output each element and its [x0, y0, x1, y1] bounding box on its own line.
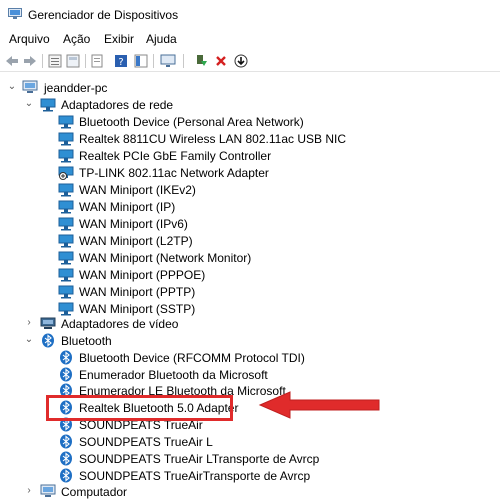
group-bluetooth[interactable]: ⌄ Bluetooth [0, 332, 500, 349]
window-title: Gerenciador de Dispositivos [28, 8, 179, 22]
uninstall-x-icon[interactable] [213, 53, 229, 69]
device-label: WAN Miniport (L2TP) [79, 234, 193, 248]
list-item[interactable]: Enumerador Bluetooth da Microsoft [0, 366, 500, 383]
list-item[interactable]: WAN Miniport (PPTP) [0, 283, 500, 300]
toolbar-separator [42, 54, 43, 68]
network-adapter-icon [58, 115, 74, 129]
document-icon[interactable] [89, 53, 105, 69]
forward-arrow-icon[interactable] [22, 53, 38, 69]
svg-text:?: ? [118, 57, 123, 68]
bluetooth-icon [60, 367, 72, 382]
device-label: WAN Miniport (PPPOE) [79, 268, 206, 282]
chevron-right-icon[interactable]: › [24, 485, 34, 497]
list-item[interactable]: Bluetooth Device (RFCOMM Protocol TDI) [0, 349, 500, 366]
device-manager-icon [8, 8, 22, 19]
bluetooth-icon [60, 468, 72, 483]
bluetooth-icon [42, 333, 54, 348]
menu-acao[interactable]: Ação [63, 32, 90, 46]
tree-root[interactable]: ⌄ jeandder-pc [0, 79, 500, 96]
network-adapter-icon [58, 183, 74, 197]
network-adapter-icon [58, 285, 74, 299]
device-label: WAN Miniport (PPTP) [79, 285, 196, 299]
device-label: WAN Miniport (Network Monitor) [79, 251, 252, 265]
download-arrow-icon[interactable] [233, 53, 249, 69]
network-icon [40, 98, 56, 112]
list-item[interactable]: WAN Miniport (L2TP) [0, 232, 500, 249]
toolbar-separator [153, 54, 154, 68]
tree-view-icon[interactable] [47, 53, 63, 69]
update-driver-icon[interactable] [193, 53, 209, 69]
network-adapter-icon [58, 217, 74, 231]
bluetooth-icon [60, 350, 72, 365]
menu-bar: Arquivo Ação Exibir Ajuda [0, 30, 500, 50]
list-item[interactable]: SOUNDPEATS TrueAir L [0, 433, 500, 450]
red-arrow-annotation [258, 391, 380, 419]
highlight-box [46, 395, 233, 421]
network-adapter-icon [58, 302, 74, 316]
list-item[interactable]: WAN Miniport (IPv6) [0, 215, 500, 232]
group-computer[interactable]: › Computador [0, 483, 500, 500]
display-icon [40, 317, 56, 329]
toolbar-separator [85, 54, 86, 68]
bluetooth-icon [60, 451, 72, 466]
help-icon[interactable]: ? [113, 53, 129, 69]
device-label: WAN Miniport (SSTP) [79, 302, 196, 316]
list-item[interactable]: WAN Miniport (IKEv2) [0, 181, 500, 198]
device-label: Realtek PCIe GbE Family Controller [79, 149, 272, 163]
device-label: Bluetooth Device (RFCOMM Protocol TDI) [79, 351, 305, 365]
title-bar: Gerenciador de Dispositivos [0, 0, 500, 30]
list-item[interactable]: SOUNDPEATS TrueAirTransporte de Avrcp [0, 467, 500, 484]
computer-icon [22, 80, 38, 93]
tree-root-label: jeandder-pc [44, 81, 108, 95]
chevron-right-icon[interactable]: › [24, 317, 34, 329]
device-label: TP-LINK 802.11ac Network Adapter [79, 166, 269, 180]
list-item[interactable]: WAN Miniport (IP) [0, 198, 500, 215]
menu-arquivo[interactable]: Arquivo [9, 32, 50, 46]
list-item[interactable]: WAN Miniport (PPPOE) [0, 266, 500, 283]
device-label: Realtek 8811CU Wireless LAN 802.11ac USB… [79, 132, 346, 146]
menu-exibir[interactable]: Exibir [104, 32, 134, 46]
group-label: Bluetooth [61, 334, 112, 348]
computer-icon [40, 484, 56, 497]
bluetooth-icon [60, 434, 72, 449]
toolbar-separator [183, 54, 184, 68]
list-item[interactable]: WAN Miniport (Network Monitor) [0, 249, 500, 266]
list-item[interactable]: Realtek 8811CU Wireless LAN 802.11ac USB… [0, 130, 500, 147]
properties-sheet-icon[interactable] [65, 53, 81, 69]
group-network-adapters[interactable]: ⌄ Adaptadores de rede [0, 96, 500, 113]
group-display-adapters[interactable]: › Adaptadores de vídeo [0, 315, 500, 332]
device-label: WAN Miniport (IKEv2) [79, 183, 196, 197]
group-label: Computador [61, 485, 128, 499]
list-item[interactable]: TP-LINK 802.11ac Network Adapter [0, 164, 500, 181]
list-item[interactable]: SOUNDPEATS TrueAir LTransporte de Avrcp [0, 450, 500, 467]
chevron-down-icon[interactable]: ⌄ [24, 334, 34, 346]
device-label: SOUNDPEATS TrueAir L [79, 435, 213, 449]
chevron-down-icon[interactable]: ⌄ [24, 98, 34, 110]
device-label: WAN Miniport (IPv6) [79, 217, 188, 231]
list-item[interactable]: Bluetooth Device (Personal Area Network) [0, 113, 500, 130]
device-label: Enumerador Bluetooth da Microsoft [79, 368, 268, 382]
network-adapter-icon [58, 234, 74, 248]
network-adapter-icon [58, 132, 74, 146]
group-label: Adaptadores de rede [61, 98, 174, 112]
network-adapter-icon [58, 200, 74, 214]
network-adapter-icon [58, 268, 74, 282]
network-adapter-icon [58, 149, 74, 163]
group-label: Adaptadores de vídeo [61, 317, 179, 331]
device-label: WAN Miniport (IP) [79, 200, 176, 214]
chevron-down-icon[interactable]: ⌄ [7, 81, 17, 93]
disabled-network-adapter-icon [58, 166, 74, 180]
device-label: SOUNDPEATS TrueAirTransporte de Avrcp [79, 469, 311, 483]
toolbar: ? [0, 50, 500, 72]
menu-ajuda[interactable]: Ajuda [146, 32, 177, 46]
device-label: Bluetooth Device (Personal Area Network) [79, 115, 304, 129]
device-label: SOUNDPEATS TrueAir LTransporte de Avrcp [79, 452, 320, 466]
network-adapter-icon [58, 251, 74, 265]
back-arrow-icon[interactable] [4, 53, 20, 69]
monitor-scan-icon[interactable] [160, 53, 176, 69]
device-tree: ⌄ jeandder-pc ⌄ Adaptadores de rede Blue… [0, 76, 500, 500]
list-item[interactable]: Realtek PCIe GbE Family Controller [0, 147, 500, 164]
panel-view-icon[interactable] [133, 53, 149, 69]
